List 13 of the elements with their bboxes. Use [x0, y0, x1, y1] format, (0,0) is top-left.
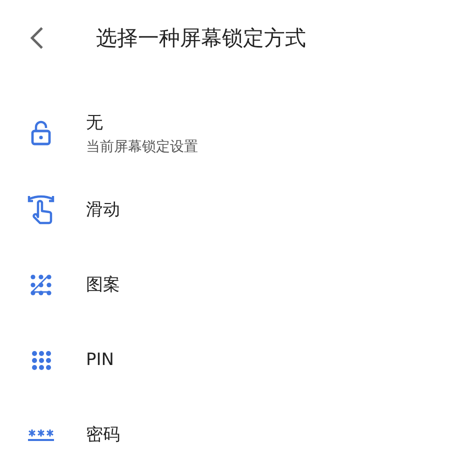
back-icon[interactable]	[30, 26, 44, 50]
option-label[interactable]: PIN	[86, 350, 114, 370]
unlocked-padlock-icon	[31, 120, 51, 146]
pattern-grid-icon	[28, 272, 54, 298]
option-label[interactable]: 滑动	[86, 198, 120, 221]
option-label[interactable]: 密码	[86, 423, 120, 446]
page-title: 选择一种屏幕锁定方式	[96, 25, 306, 52]
password-asterisks-icon	[28, 428, 54, 442]
option-label[interactable]: 图案	[86, 273, 120, 296]
option-label[interactable]: 无	[86, 110, 198, 134]
swipe-hand-icon	[27, 194, 55, 224]
keypad-dots-icon	[30, 348, 52, 370]
option-subtitle: 当前屏幕锁定设置	[86, 138, 198, 156]
